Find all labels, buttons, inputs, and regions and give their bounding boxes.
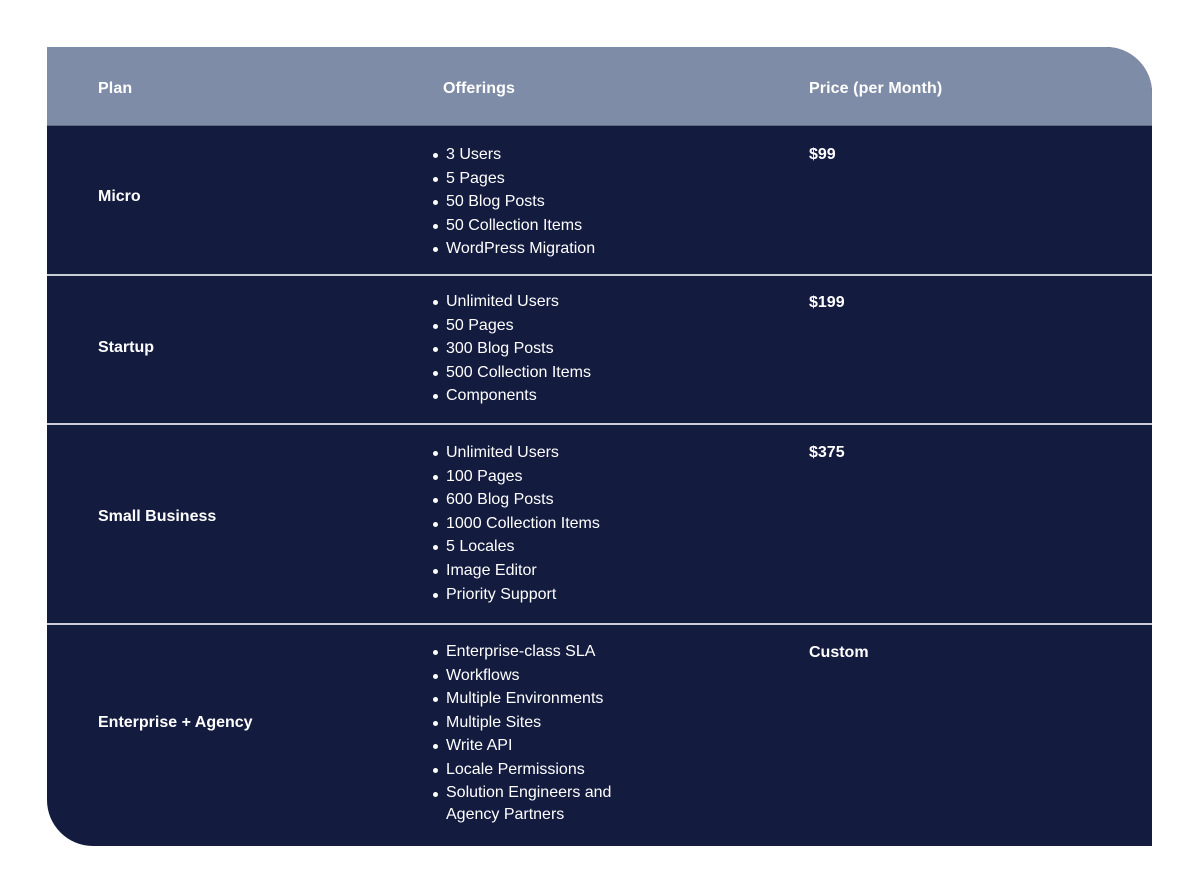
plan-price: $99 [809,146,836,163]
offering-item: 3 Users [431,143,671,167]
plan-price: Custom [809,644,869,661]
offering-item: 5 Pages [431,167,671,191]
offering-item: Write API [431,734,651,758]
plan-price: $375 [809,444,845,461]
offering-item: Workflows [431,664,651,688]
pricing-table: Plan Offerings Price (per Month) Micro 3… [47,47,1152,846]
offering-item: Unlimited Users [431,441,671,465]
table-row: Enterprise + Agency Enterprise-class SLA… [47,625,1152,846]
table-row: Small Business Unlimited Users 100 Pages… [47,425,1152,623]
offering-item: Unlimited Users [431,290,671,314]
offering-item: 5 Locales [431,535,671,559]
offering-item: Locale Permissions [431,758,651,782]
plan-price: $199 [809,294,845,311]
header-offerings: Offerings [443,80,516,97]
plan-name: Micro [98,188,141,205]
table-row: Micro 3 Users 5 Pages 50 Blog Posts 50 C… [47,126,1152,274]
offerings-list: 3 Users 5 Pages 50 Blog Posts 50 Collect… [431,143,671,261]
offering-item: Multiple Environments [431,687,651,711]
offering-item: 50 Pages [431,314,671,338]
offering-item: 50 Collection Items [431,214,671,238]
offering-item: Image Editor [431,559,671,583]
offerings-list: Enterprise-class SLA Workflows Multiple … [431,640,651,826]
offering-item: 100 Pages [431,465,671,489]
plan-name: Small Business [98,508,217,525]
table-header: Plan Offerings Price (per Month) [47,47,1152,126]
offering-item: Components [431,384,671,408]
offerings-list: Unlimited Users 50 Pages 300 Blog Posts … [431,290,671,408]
header-plan: Plan [98,80,133,97]
offering-item: Priority Support [431,583,671,607]
offering-item: 500 Collection Items [431,361,671,385]
plan-name: Enterprise + Agency [98,714,253,731]
plan-name: Startup [98,339,154,356]
offering-item: 600 Blog Posts [431,488,671,512]
offering-item: Enterprise-class SLA [431,640,651,664]
offering-item: WordPress Migration [431,237,671,261]
table-row: Startup Unlimited Users 50 Pages 300 Blo… [47,276,1152,424]
offering-item: 50 Blog Posts [431,190,671,214]
offering-item: Multiple Sites [431,711,651,735]
offering-item: 1000 Collection Items [431,512,671,536]
header-price: Price (per Month) [809,80,943,97]
offering-item: 300 Blog Posts [431,337,671,361]
offerings-list: Unlimited Users 100 Pages 600 Blog Posts… [431,441,671,606]
offering-item: Solution Engineers and Agency Partners [431,782,651,826]
